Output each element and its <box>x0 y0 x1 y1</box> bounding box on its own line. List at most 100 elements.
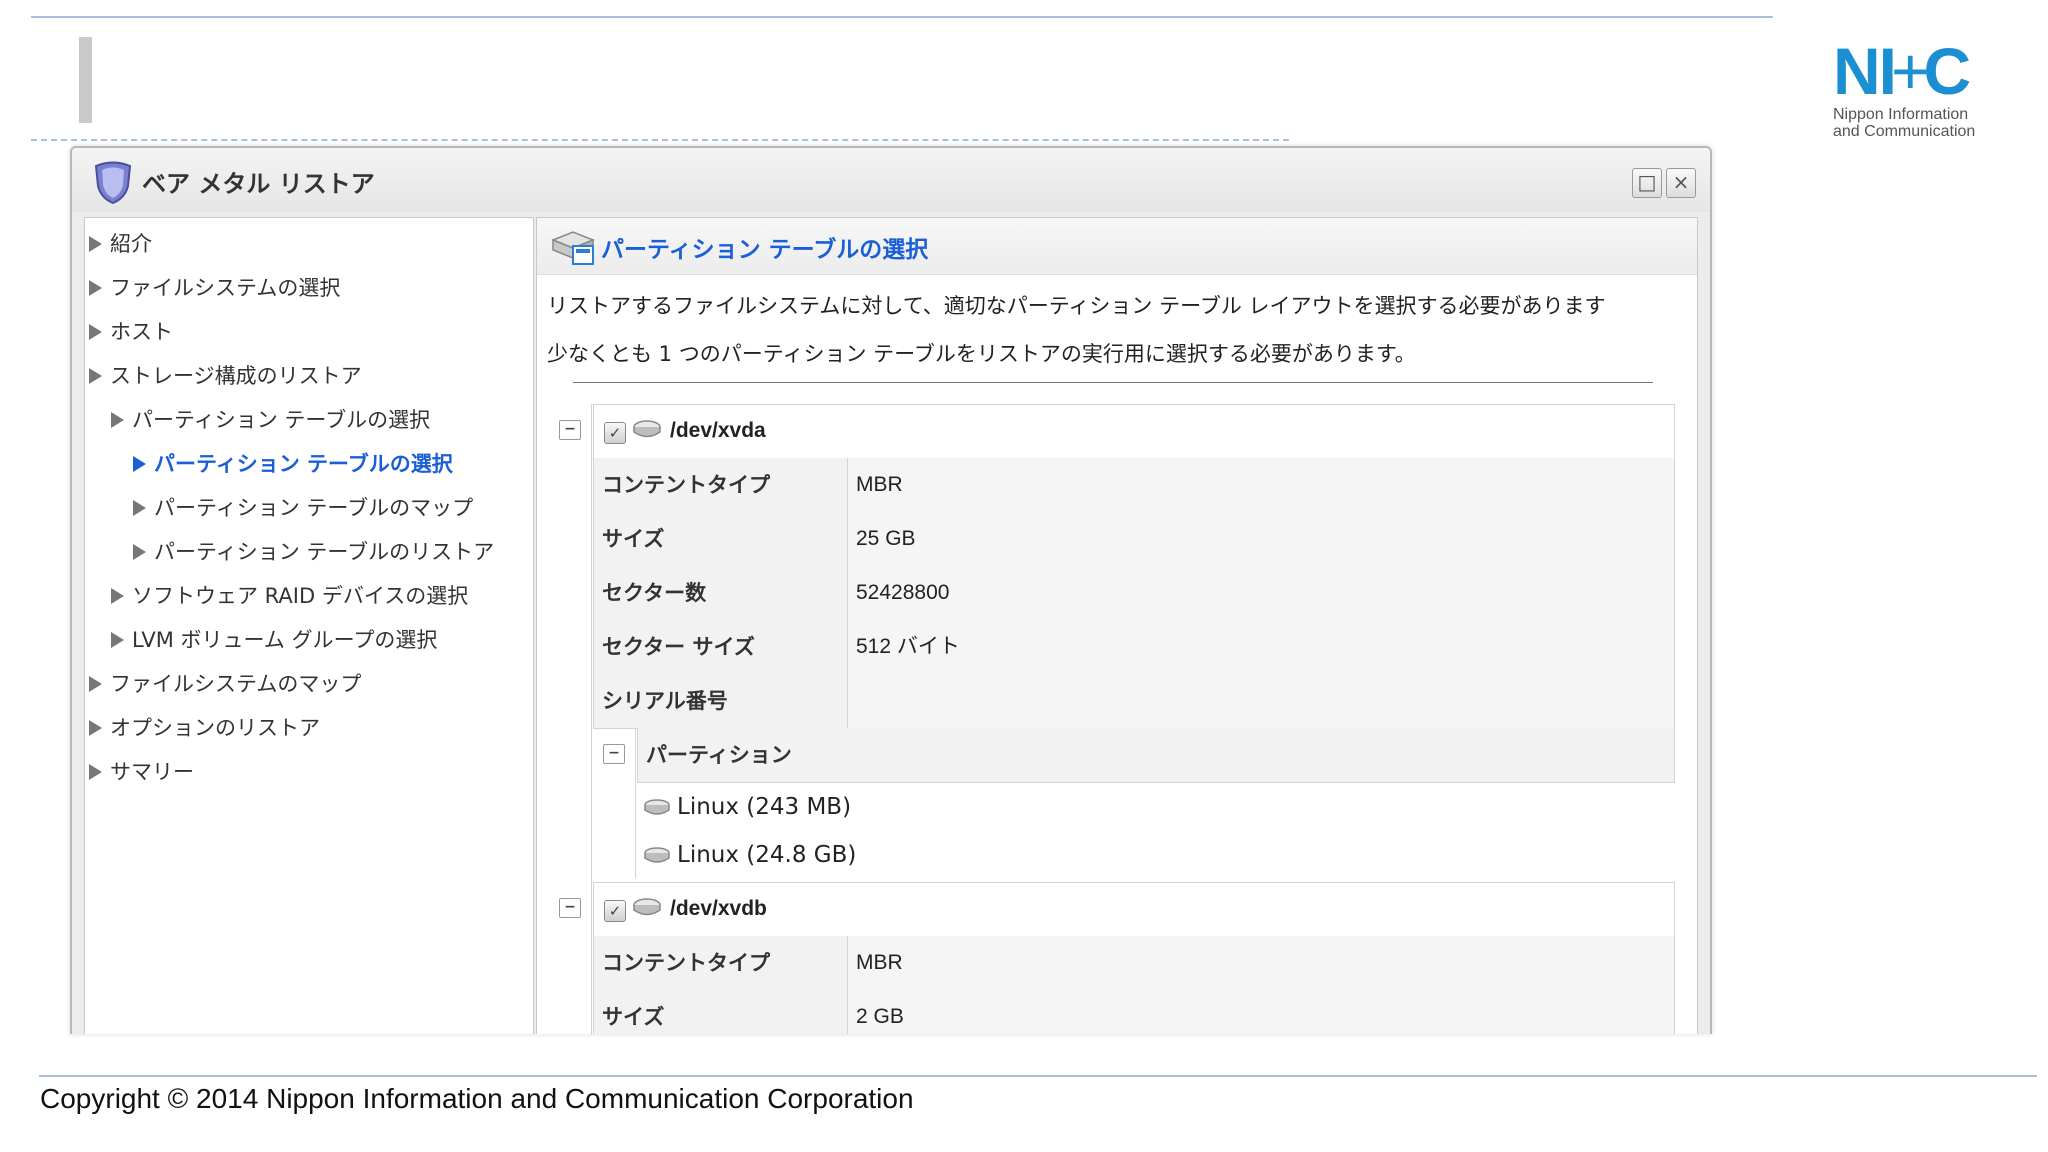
partition-icon <box>644 799 670 815</box>
triangle-right-icon <box>89 676 102 692</box>
nav-item-label: パーティション テーブルのリストア <box>154 540 495 564</box>
triangle-right-icon <box>133 500 146 516</box>
prop-row-content-type: コンテントタイプ MBR <box>593 458 1675 513</box>
prop-value: 52428800 <box>856 581 950 604</box>
partition-item[interactable]: Linux (243 MB) <box>637 784 1673 832</box>
prop-value: 25 GB <box>856 527 916 550</box>
prop-label: コンテントタイプ <box>594 458 848 512</box>
nav-item-label: パーティション テーブルのマップ <box>154 496 474 520</box>
wizard-nav: 紹介 ファイルシステムの選択 ホスト ストレージ構成のリストア パーティション … <box>84 217 534 1034</box>
prop-label: コンテントタイプ <box>594 936 848 990</box>
prop-label: サイズ <box>594 512 848 566</box>
nav-item-partition-table-select[interactable]: パーティション テーブルの選択 <box>111 404 430 434</box>
company-logo: NI+C Nippon Information and Communicatio… <box>1833 38 1993 140</box>
prop-label: セクター サイズ <box>594 620 848 674</box>
disk-name-xvdb: /dev/xvdb <box>670 897 767 920</box>
prop-row-serial: シリアル番号 <box>593 674 1675 729</box>
bare-metal-restore-window: ベア メタル リストア □ × 紹介 ファイルシステムの選択 ホスト ストレージ… <box>70 146 1712 1034</box>
nav-item-host[interactable]: ホスト <box>89 316 173 346</box>
prop-value: 512 バイト <box>856 635 960 658</box>
prop-value: 2 GB <box>856 1005 904 1028</box>
nav-item-options-restore[interactable]: オプションのリストア <box>89 712 320 742</box>
title-accent-bar <box>79 37 92 123</box>
partition-table-tree: − ✓ /dev/xvda コンテントタイプ MBR サイズ 25 GB セクタ… <box>547 404 1677 1034</box>
prop-value: MBR <box>856 951 903 974</box>
nav-item-lvm-volume-group[interactable]: LVM ボリューム グループの選択 <box>111 624 437 654</box>
triangle-right-icon <box>111 412 124 428</box>
content-header: パーティション テーブルの選択 <box>537 218 1697 275</box>
window-titlebar[interactable]: ベア メタル リストア □ × <box>72 148 1710 212</box>
triangle-right-icon <box>89 764 102 780</box>
disk-row-xvda: ✓ /dev/xvda <box>593 404 1675 460</box>
partitions-header: パーティション <box>637 728 1675 783</box>
nav-item-label: 紹介 <box>110 232 152 256</box>
partition-table-icon <box>551 231 595 265</box>
logo-line-2: and Communication <box>1833 123 1976 140</box>
disk-icon <box>633 420 661 438</box>
nav-item-filesystem-select[interactable]: ファイルシステムの選択 <box>89 272 340 302</box>
nav-item-summary[interactable]: サマリー <box>89 756 194 786</box>
prop-row-size: サイズ 2 GB <box>593 990 1675 1034</box>
description-line-1: リストアするファイルシステムに対して、適切なパーティション テーブル レイアウト… <box>547 294 1606 318</box>
nav-item-label: ストレージ構成のリストア <box>110 364 362 388</box>
disk-checkbox-xvda[interactable]: ✓ <box>604 422 626 444</box>
nav-item-label: ファイルシステムの選択 <box>110 276 341 300</box>
triangle-right-icon <box>133 456 146 472</box>
close-button[interactable]: × <box>1666 168 1696 198</box>
prop-label: シリアル番号 <box>594 674 848 728</box>
logo-mark-plus: + <box>1891 34 1930 108</box>
content-panel: パーティション テーブルの選択 リストアするファイルシステムに対して、適切なパー… <box>536 217 1698 1034</box>
tree-gutter-line <box>591 404 592 1034</box>
dashed-divider <box>31 139 1289 141</box>
maximize-button[interactable]: □ <box>1632 168 1662 198</box>
nav-item-label: ファイルシステムのマップ <box>110 672 362 696</box>
triangle-right-icon <box>89 280 102 296</box>
nav-item-intro[interactable]: 紹介 <box>89 228 152 258</box>
window-title: ベア メタル リストア <box>142 170 375 198</box>
triangle-right-icon <box>89 236 102 252</box>
nav-item-label: オプションのリストア <box>110 716 320 740</box>
nav-item-partition-table-map[interactable]: パーティション テーブルのマップ <box>133 492 473 522</box>
prop-label: セクター数 <box>594 566 848 620</box>
content-title: パーティション テーブルの選択 <box>601 237 929 263</box>
prop-row-size: サイズ 25 GB <box>593 512 1675 567</box>
triangle-right-icon <box>89 324 102 340</box>
disk-checkbox-xvdb[interactable]: ✓ <box>604 900 626 922</box>
bottom-rule <box>39 1075 2037 1077</box>
logo-mark-right: C <box>1923 34 1972 108</box>
nav-item-label: サマリー <box>110 760 194 784</box>
disk-icon <box>633 898 661 916</box>
logo-mark: NI+C <box>1833 38 1993 104</box>
nav-item-label: ソフトウェア RAID デバイスの選択 <box>132 584 469 608</box>
triangle-right-icon <box>133 544 146 560</box>
partition-label: Linux (243 MB) <box>677 794 852 820</box>
description-line-2: 少なくとも 1 つのパーティション テーブルをリストアの実行用に選択する必要があ… <box>547 342 1416 366</box>
partition-icon <box>644 847 670 863</box>
nav-item-filesystem-map[interactable]: ファイルシステムのマップ <box>89 668 361 698</box>
disk-row-xvdb: ✓ /dev/xvdb <box>593 882 1675 938</box>
nav-item-label: LVM ボリューム グループの選択 <box>132 628 438 652</box>
nav-item-partition-table-restore[interactable]: パーティション テーブルのリストア <box>133 536 494 566</box>
collapse-toggle-xvdb[interactable]: − <box>559 898 581 918</box>
partitions-gutter-line <box>635 728 636 878</box>
collapse-toggle-partitions[interactable]: − <box>603 744 625 764</box>
triangle-right-icon <box>89 720 102 736</box>
collapse-toggle-xvda[interactable]: − <box>559 420 581 440</box>
partition-label: Linux (24.8 GB) <box>677 842 857 868</box>
triangle-right-icon <box>111 588 124 604</box>
copyright-text: Copyright © 2014 Nippon Information and … <box>40 1083 914 1114</box>
prop-row-content-type: コンテントタイプ MBR <box>593 936 1675 991</box>
nav-item-software-raid[interactable]: ソフトウェア RAID デバイスの選択 <box>111 580 468 610</box>
nav-item-partition-table-select-active[interactable]: パーティション テーブルの選択 <box>133 448 453 478</box>
prop-row-sectors: セクター数 52428800 <box>593 566 1675 621</box>
triangle-right-icon <box>111 632 124 648</box>
partitions-label: パーティション <box>646 743 792 767</box>
logo-line-1: Nippon Information <box>1833 106 1969 123</box>
prop-label: サイズ <box>594 990 848 1034</box>
logo-mark-left: NI <box>1833 34 1897 108</box>
top-rule <box>31 16 1773 18</box>
nav-item-label: パーティション テーブルの選択 <box>132 408 431 432</box>
nav-item-storage-restore[interactable]: ストレージ構成のリストア <box>89 360 362 390</box>
partition-item[interactable]: Linux (24.8 GB) <box>637 832 1673 880</box>
triangle-right-icon <box>89 368 102 384</box>
